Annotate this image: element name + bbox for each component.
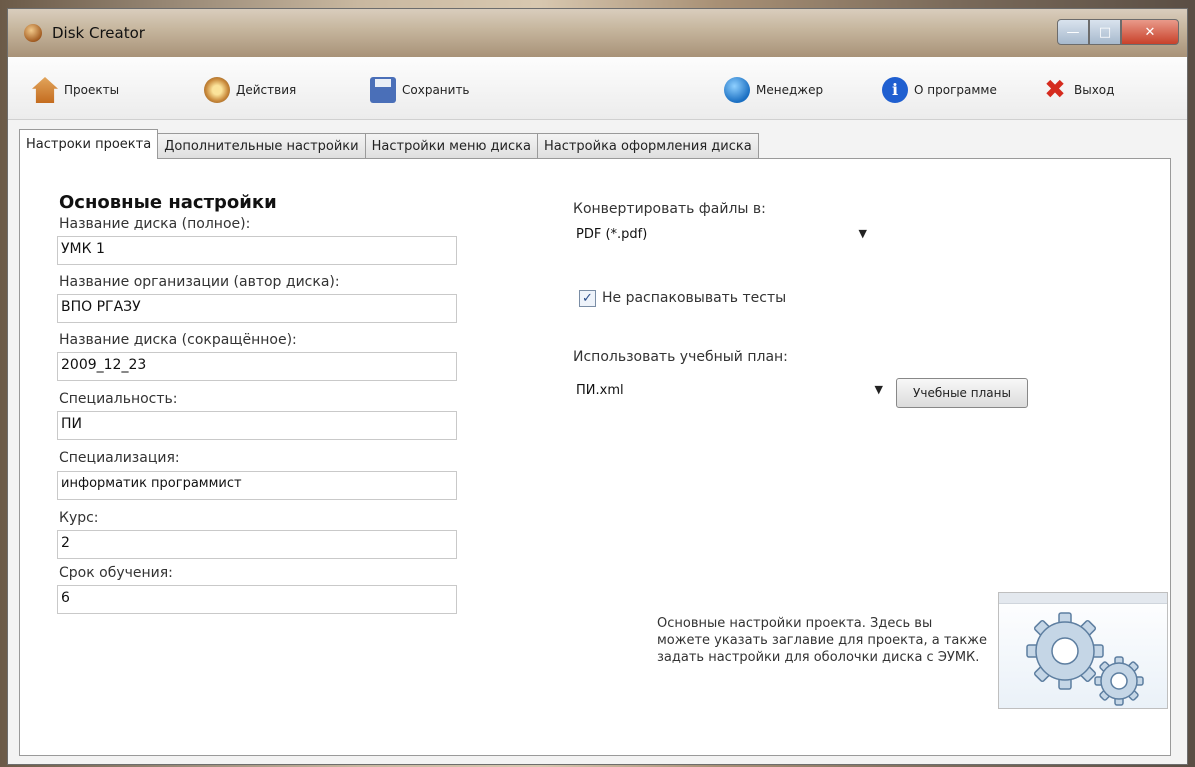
minimize-icon: — bbox=[1066, 24, 1080, 40]
maximize-icon: □ bbox=[1098, 24, 1112, 40]
convert-format-value: PDF (*.pdf) bbox=[576, 227, 648, 242]
study-period-label: Срок обучения: bbox=[59, 565, 173, 581]
app-icon bbox=[24, 24, 42, 42]
manager-label: Менеджер bbox=[756, 83, 824, 97]
organization-label: Название организации (автор диска): bbox=[59, 274, 340, 290]
specialization-field[interactable]: информатик программист bbox=[57, 471, 457, 500]
convert-files-label: Конвертировать файлы в: bbox=[573, 201, 766, 217]
help-illustration bbox=[998, 592, 1168, 709]
projects-label: Проекты bbox=[64, 83, 120, 97]
tab-disk-menu-settings[interactable]: Настройки меню диска bbox=[364, 133, 538, 159]
save-icon bbox=[370, 77, 396, 103]
content-area: Настроки проекта Дополнительные настройк… bbox=[19, 129, 1174, 757]
exit-label: Выход bbox=[1074, 83, 1115, 97]
gears-icon bbox=[1026, 612, 1144, 706]
no-unpack-tests-checkbox[interactable]: ✓ bbox=[579, 290, 596, 307]
illustration-titlebar bbox=[999, 593, 1167, 604]
tab-project-settings[interactable]: Настроки проекта bbox=[19, 129, 159, 159]
tab-strip: Настроки проекта Дополнительные настройк… bbox=[19, 129, 759, 159]
no-unpack-tests-label: Не распаковывать тесты bbox=[602, 290, 787, 306]
specialization-label: Специализация: bbox=[59, 450, 180, 466]
tab-additional-settings[interactable]: Дополнительные настройки bbox=[157, 133, 366, 159]
study-plans-button[interactable]: Учебные планы bbox=[896, 378, 1028, 408]
section-title: Основные настройки bbox=[59, 192, 277, 213]
exit-button[interactable]: ✖ Выход bbox=[1042, 77, 1114, 103]
save-button[interactable]: Сохранить bbox=[370, 77, 470, 103]
save-label: Сохранить bbox=[402, 83, 470, 97]
exit-icon: ✖ bbox=[1044, 75, 1066, 105]
maximize-button[interactable]: □ bbox=[1089, 19, 1121, 45]
home-icon bbox=[32, 77, 58, 103]
info-icon: i bbox=[882, 77, 908, 103]
tab-panel: Основные настройки Название диска (полно… bbox=[19, 158, 1171, 756]
check-icon: ✓ bbox=[582, 291, 593, 306]
manager-button[interactable]: Менеджер bbox=[724, 77, 823, 103]
minimize-button[interactable]: — bbox=[1057, 19, 1089, 45]
study-plan-label: Использовать учебный план: bbox=[573, 349, 788, 365]
projects-button[interactable]: Проекты bbox=[32, 77, 119, 103]
window-controls: — □ ✕ bbox=[1057, 19, 1179, 45]
close-button[interactable]: ✕ bbox=[1121, 19, 1179, 45]
about-button[interactable]: i О программе bbox=[882, 77, 997, 103]
about-label: О программе bbox=[914, 83, 997, 97]
organization-field[interactable]: ВПО РГАЗУ bbox=[57, 294, 457, 323]
actions-label: Действия bbox=[236, 83, 297, 97]
chevron-down-icon: ▼ bbox=[874, 383, 883, 396]
study-plan-select[interactable]: ПИ.xml ▼ bbox=[573, 379, 889, 407]
chevron-down-icon: ▼ bbox=[858, 227, 867, 240]
tab-disk-design-settings[interactable]: Настройка оформления диска bbox=[536, 133, 759, 159]
close-icon: ✕ bbox=[1144, 24, 1156, 40]
toolbar: Проекты Действия Сохранить Менеджер i О … bbox=[8, 57, 1187, 120]
window-title: Disk Creator bbox=[52, 24, 145, 42]
help-text: Основные настройки проекта. Здесь вы мож… bbox=[657, 616, 987, 665]
app-window: Disk Creator — □ ✕ Проекты Действия Сохр… bbox=[7, 8, 1188, 765]
course-label: Курс: bbox=[59, 510, 99, 526]
specialty-label: Специальность: bbox=[59, 391, 178, 407]
specialty-field[interactable]: ПИ bbox=[57, 411, 457, 440]
study-plan-value: ПИ.xml bbox=[576, 383, 624, 398]
gear-icon bbox=[204, 77, 230, 103]
convert-format-select[interactable]: PDF (*.pdf) ▼ bbox=[573, 223, 873, 251]
disk-full-name-label: Название диска (полное): bbox=[59, 216, 251, 232]
actions-button[interactable]: Действия bbox=[204, 77, 296, 103]
study-period-field[interactable]: 6 bbox=[57, 585, 457, 614]
manager-icon bbox=[724, 77, 750, 103]
disk-full-name-field[interactable]: УМК 1 bbox=[57, 236, 457, 265]
course-field[interactable]: 2 bbox=[57, 530, 457, 559]
title-bar: Disk Creator — □ ✕ bbox=[8, 9, 1187, 57]
disk-short-name-field[interactable]: 2009_12_23 bbox=[57, 352, 457, 381]
disk-short-name-label: Название диска (сокращённое): bbox=[59, 332, 297, 348]
